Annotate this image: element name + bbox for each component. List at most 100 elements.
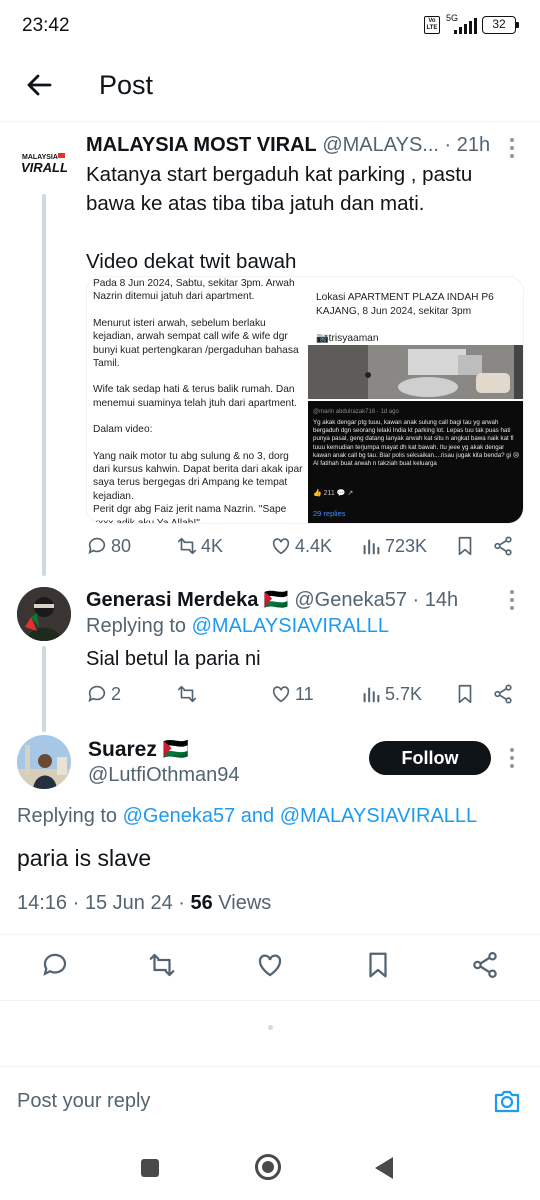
volte-icon: Vo LTE xyxy=(424,16,440,34)
views-icon xyxy=(363,539,380,555)
home-button[interactable] xyxy=(255,1154,281,1180)
views-count: 5.7K xyxy=(385,683,423,704)
avatar-suarez[interactable] xyxy=(17,735,71,789)
follow-button[interactable]: Follow xyxy=(369,741,491,775)
reply-count: 2 xyxy=(111,683,122,704)
separator: · xyxy=(444,134,452,156)
share-icon[interactable] xyxy=(470,950,500,980)
media-text-image[interactable]: Pada 8 Jun 2024, Sabtu, sekitar 3pm. Arw… xyxy=(87,277,305,524)
reply-icon[interactable] xyxy=(40,950,70,980)
views-button[interactable]: 5.7K xyxy=(360,683,422,705)
focus-divider xyxy=(0,934,540,935)
reply-post-header: Generasi Merdeka 🇵🇸 @Geneka57 · 14h xyxy=(86,587,458,612)
post-text-line: bawa ke atas tiba tiba jatuh dan mati. xyxy=(86,192,425,215)
replying-handle[interactable]: @MALAYSIAVIRALLL xyxy=(280,805,477,827)
bookmark-button[interactable] xyxy=(454,683,476,705)
replying-handle[interactable]: @Geneka57 xyxy=(123,805,236,827)
media-credit-text: 📷trisyaaman xyxy=(316,333,379,344)
like-button[interactable]: 11 xyxy=(270,683,314,705)
replying-and: and xyxy=(240,805,275,827)
app-bar: Post xyxy=(0,58,540,114)
repost-icon[interactable] xyxy=(147,950,177,980)
repost-icon xyxy=(177,537,197,555)
media-paragraph: Wife tak sedap hati & terus balik rumah.… xyxy=(93,384,297,409)
status-time: 23:42 xyxy=(22,15,70,36)
separator: · xyxy=(412,589,420,611)
repost-button[interactable] xyxy=(176,683,201,705)
actions-divider xyxy=(0,1000,540,1001)
replying-handle[interactable]: @MALAYSIAVIRALLL xyxy=(192,615,389,637)
reply-count: 80 xyxy=(111,535,132,556)
status-icons: Vo LTE 5G 32 xyxy=(424,13,519,35)
author-name[interactable]: MALAYSIA MOST VIRAL xyxy=(86,134,317,156)
post-media[interactable]: Pada 8 Jun 2024, Sabtu, sekitar 3pm. Arw… xyxy=(86,276,524,524)
focus-author: Suarez 🇵🇸 xyxy=(88,738,189,762)
reply-placeholder[interactable]: Post your reply xyxy=(17,1090,150,1113)
avatar-malaysia-viral[interactable]: MALAYSIA VIRALL xyxy=(20,150,70,176)
parent-post-header: MALAYSIA MOST VIRAL @MALAYS... · 21h xyxy=(86,134,490,157)
post-time: 14h xyxy=(424,589,459,611)
bookmark-icon xyxy=(458,684,472,704)
repost-count: 4K xyxy=(201,535,224,556)
author-name[interactable]: Generasi Merdeka xyxy=(86,589,258,611)
flag-icon: 🇵🇸 xyxy=(263,589,289,611)
repost-icon xyxy=(177,685,197,703)
media-paragraph: Pada 8 Jun 2024, Sabtu, sekitar 3pm. Arw… xyxy=(93,278,295,303)
reply-button[interactable]: 2 xyxy=(86,683,121,705)
reply-icon xyxy=(88,537,106,554)
signal-icon: 5G xyxy=(446,13,477,34)
share-button[interactable] xyxy=(492,535,514,557)
media-paragraph: Yang naik motor tu abg sulung & no 3, do… xyxy=(93,450,303,502)
avatar-generasi-merdeka[interactable] xyxy=(17,587,71,641)
recents-button[interactable] xyxy=(141,1159,159,1177)
media-paragraph: Menurut isteri arwah, sebelum berlaku ke… xyxy=(93,317,299,370)
back-button[interactable] xyxy=(375,1157,393,1179)
comment-meta: 👍 211 💬 ↗ xyxy=(313,490,354,497)
focus-action-row xyxy=(0,950,540,984)
views-count: 723K xyxy=(385,535,428,556)
reply-button[interactable]: 80 xyxy=(86,535,131,557)
like-button[interactable]: 4.4K xyxy=(270,535,332,557)
svg-text:VIRALL: VIRALL xyxy=(21,160,68,175)
repost-button[interactable]: 4K xyxy=(176,535,223,557)
media-screenshot-image[interactable]: Lokasi APARTMENT PLAZA INDAH P6 KAJANG, … xyxy=(308,277,523,523)
more-options-icon[interactable] xyxy=(509,748,515,768)
bookmark-button[interactable] xyxy=(454,535,476,557)
loading-dot xyxy=(268,1025,273,1030)
more-options-icon[interactable] xyxy=(509,590,515,610)
bookmark-icon[interactable] xyxy=(363,950,393,980)
heart-icon xyxy=(272,686,290,703)
back-arrow-icon[interactable] xyxy=(24,70,54,100)
comment-text: Yg akak dengar ptg tuuu, kawan anak sulu… xyxy=(313,419,520,468)
camera-icon[interactable] xyxy=(492,1086,522,1116)
views-button[interactable]: 723K xyxy=(360,535,427,557)
heart-icon xyxy=(272,538,290,555)
battery-icon: 32 xyxy=(482,16,519,34)
media-paragraph: Perit dgr abg Faiz jerit nama Nazrin. "S… xyxy=(93,504,287,524)
reply-input[interactable]: Post your reply xyxy=(0,1066,540,1136)
comment-header: @marin abdulrazak716 · 1d ago xyxy=(313,409,399,415)
views-label[interactable]: Views xyxy=(218,892,271,914)
replying-to: Replying to @MALAYSIAVIRALLL xyxy=(86,615,389,638)
focus-post-text: paria is slave xyxy=(17,845,152,871)
author-name[interactable]: Suarez xyxy=(88,738,157,761)
replying-prefix: Replying to xyxy=(86,615,187,637)
author-handle[interactable]: @Geneka57 xyxy=(294,589,407,611)
share-button[interactable] xyxy=(492,683,514,705)
parking-photo xyxy=(308,345,523,399)
comment-replies: 29 replies xyxy=(313,509,346,518)
post-date: 15 Jun 24 xyxy=(84,892,173,914)
author-handle[interactable]: @MALAYS... xyxy=(322,134,439,156)
post-time: 21h xyxy=(456,134,491,156)
heart-icon[interactable] xyxy=(255,950,285,980)
post-text-line: Katanya start bergaduh kat parking , pas… xyxy=(86,163,473,186)
flag-icon: 🇵🇸 xyxy=(162,738,189,761)
views-count[interactable]: 56 xyxy=(190,892,212,914)
post-time: 14:16 xyxy=(17,892,68,914)
like-count: 4.4K xyxy=(295,535,333,556)
author-handle[interactable]: @LutfiOthman94 xyxy=(88,764,240,787)
more-options-icon[interactable] xyxy=(509,138,515,158)
media-location-text: Lokasi APARTMENT PLAZA INDAH P6 KAJANG, … xyxy=(316,292,494,317)
parent-post-text: Katanya start bergaduh kat parking , pas… xyxy=(86,160,472,276)
thread-line xyxy=(42,646,46,732)
